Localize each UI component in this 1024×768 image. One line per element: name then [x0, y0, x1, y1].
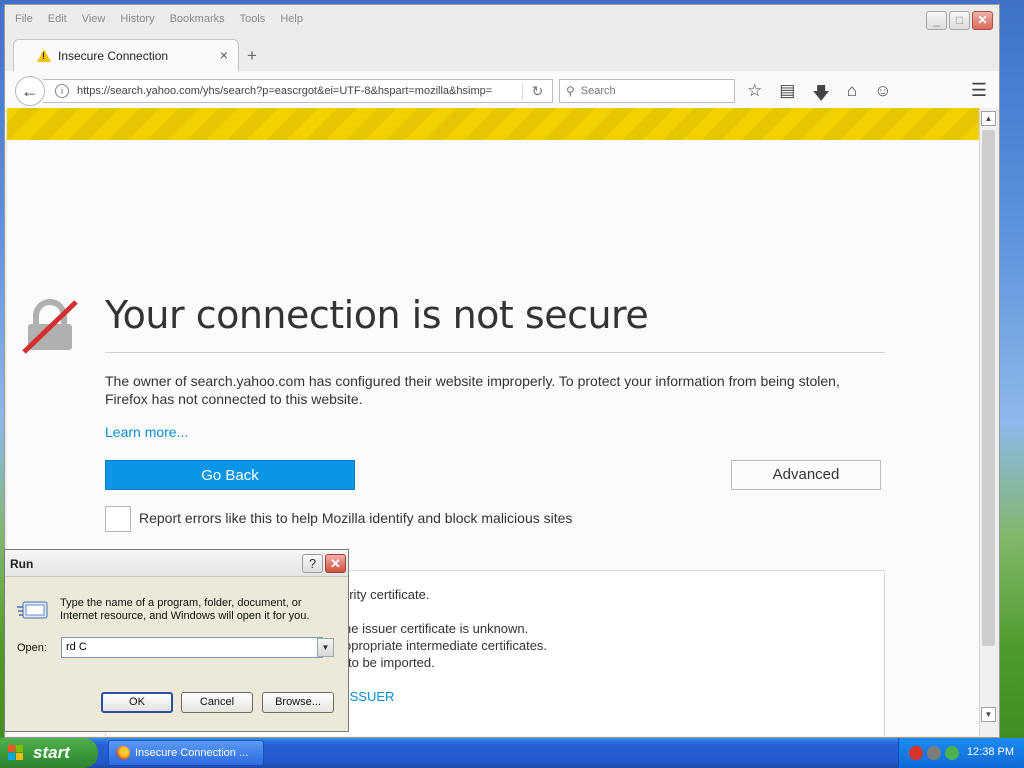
new-tab-icon[interactable]: +: [247, 46, 257, 66]
vertical-scrollbar[interactable]: ▲ ▼: [979, 108, 997, 736]
start-label: start: [33, 743, 70, 762]
menu-view[interactable]: View: [82, 13, 106, 25]
scroll-up-icon[interactable]: ▲: [981, 111, 996, 126]
taskbar: start Insecure Connection ... 12:38 PM: [0, 738, 1024, 768]
security-shield-icon[interactable]: [909, 746, 923, 760]
menu-history[interactable]: History: [120, 13, 154, 25]
menu-file[interactable]: File: [15, 13, 33, 25]
error-description: The owner of search.yahoo.com has config…: [105, 373, 840, 407]
open-label: Open:: [17, 642, 47, 654]
hazard-stripe: [7, 108, 979, 140]
ok-button[interactable]: OK: [101, 692, 173, 713]
tab-insecure-connection[interactable]: Insecure Connection ×: [13, 39, 239, 71]
browse-button[interactable]: Browse...: [262, 692, 334, 713]
run-title: Run: [10, 557, 34, 571]
menu-bookmarks[interactable]: Bookmarks: [170, 13, 225, 25]
advanced-button[interactable]: Advanced: [731, 460, 881, 490]
page-title: Your connection is not secure: [105, 293, 649, 337]
back-button[interactable]: ←: [15, 76, 45, 106]
url-bar[interactable]: i https://search.yahoo.com/yhs/search?p=…: [43, 79, 553, 103]
hello-icon[interactable]: ☺: [874, 81, 891, 110]
chevron-down-icon[interactable]: ▼: [317, 638, 334, 657]
url-text[interactable]: https://search.yahoo.com/yhs/search?p=ea…: [77, 85, 522, 97]
run-program-icon: [17, 601, 48, 619]
bookmark-star-icon[interactable]: ☆: [747, 81, 762, 110]
advanced-text-line: to be imported.: [348, 655, 435, 670]
taskbar-item-label: Insecure Connection ...: [135, 747, 249, 759]
system-tray: 12:38 PM: [898, 738, 1024, 768]
download-icon[interactable]: 🡇: [812, 81, 829, 110]
run-title-bar[interactable]: Run ? ✕: [5, 550, 348, 577]
scroll-down-icon[interactable]: ▼: [981, 707, 996, 722]
open-field[interactable]: rd C: [61, 637, 323, 658]
nav-bar: i https://search.yahoo.com/yhs/search?p=…: [5, 71, 999, 111]
report-errors-checkbox[interactable]: [105, 506, 131, 532]
scroll-thumb[interactable]: [982, 130, 995, 646]
report-errors-label: Report errors like this to help Mozilla …: [139, 510, 573, 526]
menu-edit[interactable]: Edit: [48, 13, 67, 25]
update-icon[interactable]: [945, 746, 959, 760]
cancel-button[interactable]: Cancel: [181, 692, 253, 713]
minimize-button[interactable]: _: [926, 11, 947, 30]
advanced-text-line: ppropriate intermediate certificates.: [344, 638, 548, 653]
home-icon[interactable]: ⌂: [847, 81, 857, 110]
search-icon: ⚲: [566, 84, 575, 98]
reload-icon[interactable]: ↻: [522, 82, 552, 100]
menu-hamburger-icon[interactable]: ☰: [971, 80, 987, 101]
warning-icon: [37, 49, 51, 62]
toolbar-icons: ☆ ▤ 🡇 ⌂ ☺: [747, 81, 891, 110]
menu-help[interactable]: Help: [280, 13, 303, 25]
close-window-button[interactable]: ✕: [972, 11, 993, 30]
go-back-button[interactable]: Go Back: [105, 460, 355, 490]
tab-title: Insecure Connection: [58, 48, 169, 63]
advanced-text-line: he issuer certificate is unknown.: [344, 621, 529, 636]
site-info-icon[interactable]: i: [55, 84, 69, 98]
taskbar-item-firefox[interactable]: Insecure Connection ...: [108, 740, 264, 766]
run-instructions: Type the name of a program, folder, docu…: [60, 597, 310, 622]
broken-lock-icon: [22, 299, 78, 354]
maximize-button[interactable]: □: [949, 11, 970, 30]
network-icon[interactable]: [927, 746, 941, 760]
window-controls: _ □ ✕: [926, 11, 993, 30]
search-placeholder: Search: [580, 85, 616, 97]
search-input[interactable]: ⚲ Search: [559, 79, 735, 103]
menu-tools[interactable]: Tools: [240, 13, 266, 25]
start-button[interactable]: start: [0, 738, 98, 768]
help-button[interactable]: ?: [302, 554, 323, 573]
advanced-text-line: urity certificate.: [342, 587, 430, 602]
error-code-link[interactable]: ISSUER: [346, 689, 394, 704]
clock: 12:38 PM: [966, 746, 1014, 758]
reading-list-icon[interactable]: ▤: [779, 81, 795, 110]
tab-close-icon[interactable]: ×: [220, 47, 228, 63]
menu-bar: File Edit View History Bookmarks Tools H…: [5, 5, 999, 33]
firefox-icon: [116, 746, 130, 760]
learn-more-link[interactable]: Learn more...: [105, 424, 188, 440]
run-close-button[interactable]: ✕: [325, 554, 346, 573]
windows-flag-icon: [8, 745, 25, 761]
divider: [105, 352, 885, 353]
run-dialog: Run ? ✕ Type the name of a program, fold…: [4, 549, 349, 732]
tab-strip: Insecure Connection × +: [5, 37, 999, 71]
